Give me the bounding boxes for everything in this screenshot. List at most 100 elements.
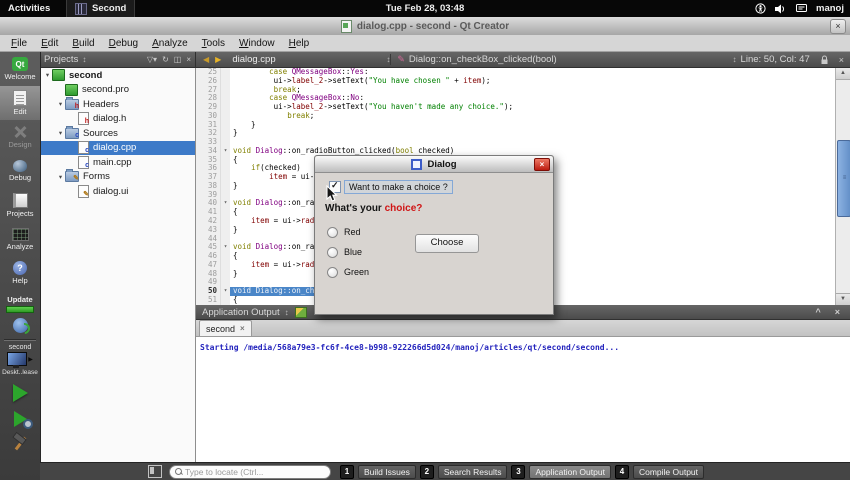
choose-button[interactable]: Choose: [415, 234, 479, 253]
expand-arrow-icon[interactable]: ▾: [56, 129, 65, 137]
output-button-build-issues[interactable]: Build Issues: [358, 465, 416, 479]
output-button-num-2[interactable]: 2: [420, 465, 434, 479]
output-button-compile-output[interactable]: Compile Output: [633, 465, 704, 479]
radio-button-green[interactable]: [327, 267, 338, 278]
scroll-down-icon[interactable]: ▼: [836, 293, 850, 305]
output-console[interactable]: Starting /media/568a79e3-fc6f-4ce8-b998-…: [196, 337, 850, 462]
toggle-sidebar-button[interactable]: [148, 465, 162, 478]
radio-button-blue[interactable]: [327, 247, 338, 258]
mode-item-edit[interactable]: Edit: [0, 86, 40, 120]
output-pane-title[interactable]: Application Output: [202, 307, 280, 318]
scrollbar-thumb[interactable]: ≡: [837, 140, 850, 217]
build-button[interactable]: [10, 434, 30, 452]
search-icon: [175, 468, 182, 475]
fold-column: [220, 94, 230, 103]
code-line-30[interactable]: 30 break;: [196, 112, 835, 121]
volume-icon[interactable]: [775, 4, 787, 14]
mode-item-projects[interactable]: Projects: [0, 188, 40, 222]
projects-pane-title[interactable]: Projects: [44, 54, 78, 65]
output-button-num-1[interactable]: 1: [340, 465, 354, 479]
menu-analyze[interactable]: Analyze: [145, 38, 195, 49]
filter-icon[interactable]: ▽▾: [147, 55, 157, 64]
accessibility-icon[interactable]: [755, 3, 766, 14]
fold-marker-icon[interactable]: ▾: [220, 243, 230, 252]
clock[interactable]: Tue Feb 28, 03:48: [386, 3, 465, 14]
output-pane-arrows-icon[interactable]: ↕: [285, 308, 289, 317]
app-dialog-window[interactable]: Dialog × Want to make a choice ? What's …: [314, 155, 554, 315]
mode-item-analyze[interactable]: Analyze: [0, 222, 40, 256]
radio-label-blue[interactable]: Blue: [344, 247, 362, 257]
tree-item-second[interactable]: ▾second: [40, 68, 195, 83]
run-button[interactable]: [13, 384, 28, 402]
debug-run-button[interactable]: [14, 411, 27, 427]
close-pane-icon[interactable]: ×: [186, 55, 191, 64]
mode-item-debug[interactable]: Debug: [0, 154, 40, 188]
menu-window[interactable]: Window: [232, 38, 282, 49]
code-line-32[interactable]: 32}: [196, 129, 835, 138]
close-editor-icon[interactable]: ×: [839, 55, 844, 65]
editor-scrollbar[interactable]: ▲ ≡ ▼: [835, 68, 850, 305]
tree-item-dialog-h[interactable]: hdialog.h: [40, 112, 195, 127]
locator-input[interactable]: Type to locate (Ctrl...: [169, 465, 331, 479]
close-output-pane-icon[interactable]: ×: [835, 307, 840, 317]
expand-arrow-icon[interactable]: ▾: [56, 173, 65, 181]
activities-button[interactable]: Activities: [8, 3, 50, 14]
tree-item-dialog-ui[interactable]: ✎dialog.ui: [40, 184, 195, 199]
tree-item-dialog-cpp[interactable]: cdialog.cpp: [40, 141, 195, 156]
open-document-selector[interactable]: dialog.cpp ↕: [232, 54, 390, 65]
update-globe-icon[interactable]: [13, 318, 28, 333]
kit-selector[interactable]: ▶: [0, 352, 40, 366]
tree-item-main-cpp[interactable]: cmain.cpp: [40, 155, 195, 170]
dialog-close-button[interactable]: ×: [534, 158, 550, 171]
close-tab-icon[interactable]: ×: [240, 324, 245, 333]
pane-selector-arrows-icon[interactable]: ↕: [82, 55, 86, 64]
tree-item-Sources[interactable]: ▾cSources: [40, 126, 195, 141]
chat-icon[interactable]: [796, 4, 807, 13]
symbol-selector[interactable]: ✎ Dialog::on_checkBox_clicked(bool): [390, 54, 732, 65]
expand-arrow-icon[interactable]: ▾: [43, 71, 52, 79]
tree-item-second-pro[interactable]: second.pro: [40, 83, 195, 98]
output-button-num-4[interactable]: 4: [615, 465, 629, 479]
code-line-31[interactable]: 31 }: [196, 121, 835, 130]
expand-arrow-icon[interactable]: ▾: [56, 100, 65, 108]
menu-tools[interactable]: Tools: [195, 38, 232, 49]
radio-label-green[interactable]: Green: [344, 267, 369, 277]
tree-item-Forms[interactable]: ▾✎Forms: [40, 170, 195, 185]
menu-debug[interactable]: Debug: [102, 38, 145, 49]
fold-marker-icon[interactable]: ▾: [220, 199, 230, 208]
pro-icon: [65, 84, 78, 96]
code-token: ->setText(: [323, 102, 368, 111]
output-button-num-3[interactable]: 3: [511, 465, 525, 479]
output-tab-second[interactable]: second ×: [199, 320, 252, 336]
window-title-bar[interactable]: dialog.cpp - second - Qt Creator ×: [0, 17, 850, 36]
radio-button-red[interactable]: [327, 227, 338, 238]
choice-checkbox-label[interactable]: Want to make a choice ?: [344, 180, 453, 194]
clear-output-icon[interactable]: [295, 307, 307, 318]
navigate-forward-icon[interactable]: ▶: [215, 55, 221, 64]
menu-build[interactable]: Build: [65, 38, 101, 49]
fold-marker-icon[interactable]: ▾: [220, 147, 230, 156]
menu-file[interactable]: File: [4, 38, 34, 49]
user-menu[interactable]: manoj: [816, 3, 844, 14]
file-lock-icon[interactable]: [820, 55, 829, 65]
output-button-search-results[interactable]: Search Results: [438, 465, 508, 479]
mode-item-help[interactable]: ?Help: [0, 256, 40, 290]
output-button-application-output[interactable]: Application Output: [529, 465, 610, 479]
menu-help[interactable]: Help: [282, 38, 317, 49]
dialog-title-bar[interactable]: Dialog ×: [315, 156, 553, 173]
sync-with-editor-icon[interactable]: ↻: [162, 55, 169, 64]
maximize-pane-icon[interactable]: ^: [815, 307, 820, 317]
tree-item-Headers[interactable]: ▾hHeaders: [40, 97, 195, 112]
fold-column: [220, 121, 230, 130]
window-list-button[interactable]: Second: [66, 0, 135, 17]
fold-column: [220, 235, 230, 244]
navigate-back-icon[interactable]: ◀: [203, 55, 209, 64]
file-h-icon: h: [78, 112, 89, 125]
mode-item-welcome[interactable]: QtWelcome: [0, 52, 40, 86]
split-pane-icon[interactable]: ◫: [174, 55, 182, 64]
window-close-button[interactable]: ×: [830, 19, 846, 34]
radio-label-red[interactable]: Red: [344, 227, 361, 237]
menu-edit[interactable]: Edit: [34, 38, 65, 49]
fold-marker-icon[interactable]: ▾: [220, 287, 230, 296]
scroll-up-icon[interactable]: ▲: [836, 68, 850, 80]
